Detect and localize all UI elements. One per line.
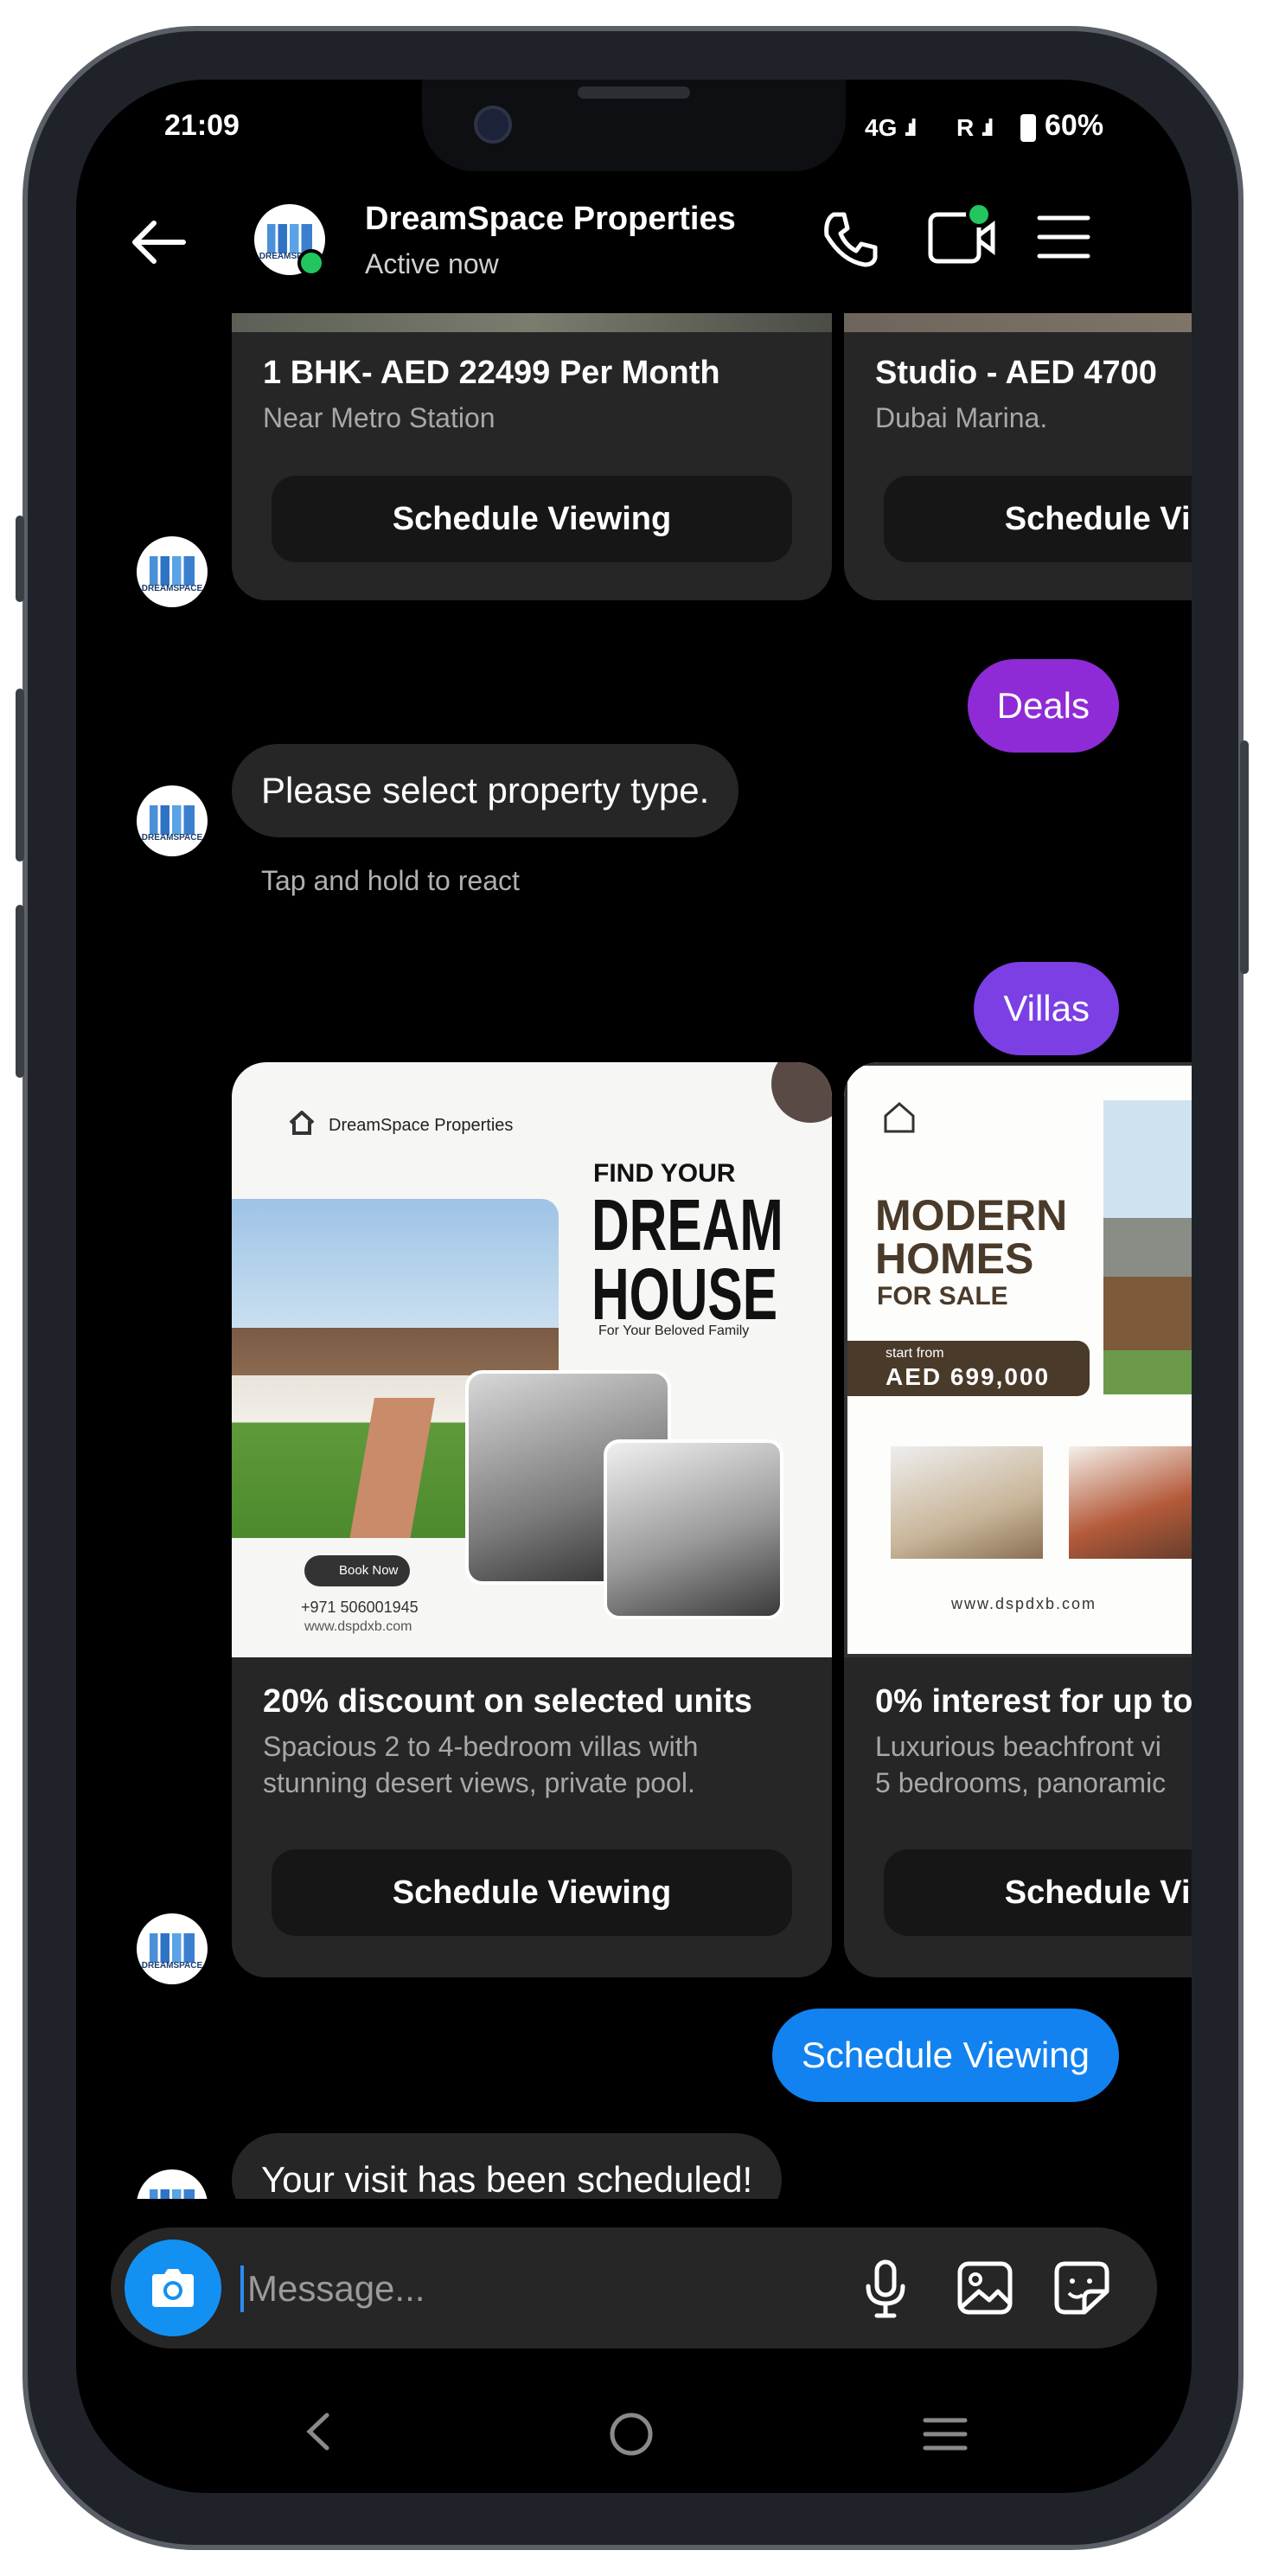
battery-icon [1020,114,1036,142]
card-subtitle: Spacious 2 to 4-bedroom villas with [263,1731,699,1762]
room-photo [891,1446,1043,1559]
online-indicator [297,249,325,277]
poster-brand: DreamSpace Properties [329,1116,514,1135]
bot-avatar: DREAMSPACE [137,536,208,607]
gallery-icon[interactable] [956,2260,1013,2316]
nav-back-icon[interactable] [301,2410,336,2453]
status-roaming: R .ıl [956,114,994,142]
kitchen-photo [604,1439,783,1619]
poster-image: MODERN HOMES FOR SALE start from AED 699… [844,1062,1192,1657]
poster-line2: DREAM [591,1184,783,1266]
roaming-label: R [956,114,975,141]
card-subtitle: Luxurious beachfront vi [875,1731,1161,1762]
property-card[interactable]: Studio - AED 4700 Dubai Marina. Schedule… [844,313,1192,600]
schedule-viewing-button[interactable]: Schedule Viewing [884,476,1192,562]
network-label: 4G [865,114,898,141]
card-subtitle: Dubai Marina. [875,402,1048,433]
battery-percent: 60% [1045,109,1104,142]
message-composer: Message... [111,2227,1157,2349]
poster-line3: FOR SALE [877,1282,1008,1310]
contact-status: Active now [365,248,499,279]
poster-book-now: Book Now [304,1555,411,1586]
poster-line3: HOUSE [591,1253,778,1335]
camera-icon [152,2269,194,2307]
card-subtitle: Near Metro Station [263,402,496,433]
home-icon [289,1111,315,1135]
villa-card[interactable]: DreamSpace Properties FIND YOUR DREAM HO… [232,1062,832,1977]
card-title: 1 BHK- AED 22499 Per Month [263,355,720,391]
card-subtitle: stunning desert views, private pool. [263,1767,695,1798]
poster-start: start from [886,1346,944,1361]
reaction-hint: Tap and hold to react [261,865,520,896]
nav-recents-icon[interactable] [922,2415,969,2453]
screen: 21:09 4G .ıl R .ıl 60% DREAMSPACE DreamS… [76,80,1192,2493]
card-title: 20% discount on selected units [263,1683,752,1720]
poster-line2: HOMES [875,1234,1034,1283]
sticker-icon[interactable] [1053,2260,1110,2316]
schedule-viewing-button[interactable]: Schedule Viewing [272,1849,792,1936]
microphone-icon[interactable] [863,2259,908,2319]
status-network: 4G .ıl [865,114,918,142]
villa-card[interactable]: MODERN HOMES FOR SALE start from AED 699… [844,1062,1192,1977]
signal-icon: .ıl [904,114,917,141]
bedroom-photo [1069,1446,1192,1559]
poster-image: DreamSpace Properties FIND YOUR DREAM HO… [232,1062,832,1657]
home-logo-icon [884,1102,915,1133]
received-message[interactable]: Your visit has been scheduled! [232,2133,783,2199]
poster-web: www.dspdxb.com [951,1595,1097,1612]
villa-photo [1103,1100,1192,1394]
signal-icon: .ıl [981,114,994,141]
video-call-icon[interactable] [925,201,1000,270]
sent-message-deals[interactable]: Deals [967,659,1119,753]
property-card[interactable]: 1 BHK- AED 22499 Per Month Near Metro St… [232,313,832,600]
schedule-viewing-button[interactable]: Schedule Viewing [884,1849,1192,1936]
sent-message-villas[interactable]: Villas [974,962,1119,1055]
card-subtitle: 5 bedrooms, panoramic [875,1767,1167,1798]
bot-avatar: DREAMSPACE [137,1913,208,1984]
chat-scroll-area[interactable]: 1 BHK- AED 22499 Per Month Near Metro St… [76,313,1192,2199]
status-time: 21:09 [164,109,240,142]
poster-price: AED 699,000 [886,1363,1051,1390]
received-message[interactable]: Please select property type. [232,744,739,837]
phone-call-icon[interactable] [820,209,880,270]
back-arrow-icon[interactable] [128,216,189,268]
nav-home-icon[interactable] [607,2410,655,2458]
text-caret [240,2265,244,2312]
front-camera-icon [474,106,512,144]
poster-tagline: For Your Beloved Family [598,1323,750,1338]
sent-message-schedule[interactable]: Schedule Viewing [771,2009,1119,2102]
contact-name[interactable]: DreamSpace Properties [365,201,736,238]
poster-line1: MODERN [875,1191,1068,1240]
camera-notch [422,80,846,171]
camera-button[interactable] [125,2240,221,2336]
bot-avatar: DREAMSPACE [137,785,208,856]
poster-web: www.dspdxb.com [304,1619,412,1634]
card-title: 0% interest for up to [875,1683,1192,1720]
message-input[interactable]: Message... [247,2265,425,2312]
menu-icon[interactable] [1036,213,1091,261]
bot-avatar: DREAMSPACE [137,2169,208,2199]
card-title: Studio - AED 4700 [875,355,1157,391]
schedule-viewing-button[interactable]: Schedule Viewing [272,476,792,562]
poster-phone: +971 506001945 [301,1599,419,1616]
